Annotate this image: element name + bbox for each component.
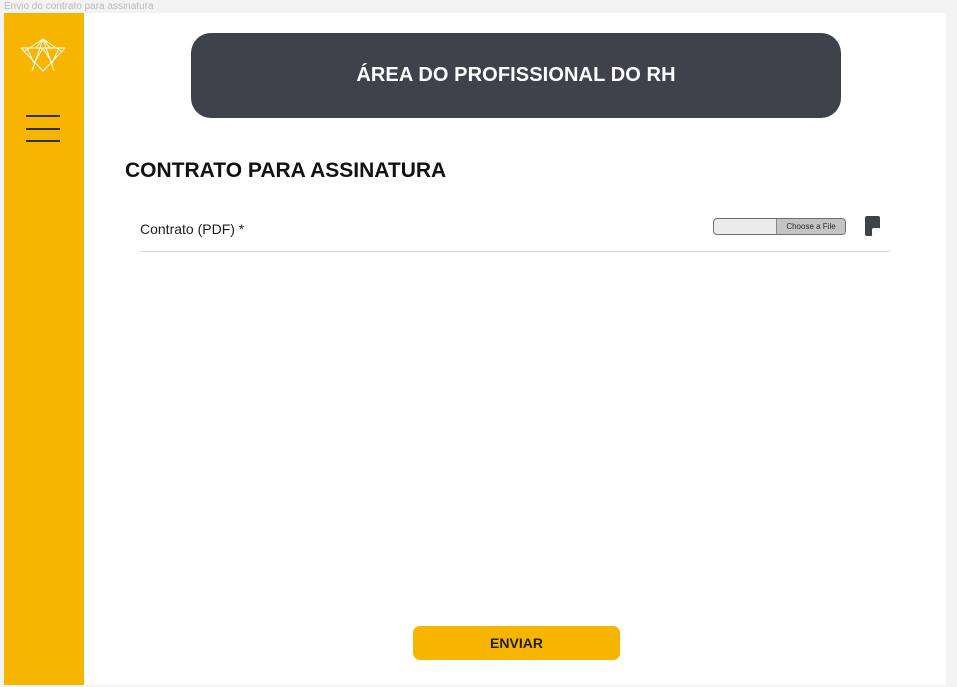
sidebar (4, 13, 84, 685)
file-name-value (714, 219, 776, 234)
send-button[interactable]: ENVIAR (413, 626, 620, 660)
sticky-note-icon[interactable] (865, 216, 880, 236)
header-title: ÁREA DO PROFISSIONAL DO RH (356, 64, 676, 86)
page-header: ÁREA DO PROFISSIONAL DO RH (191, 33, 841, 118)
contract-file-input[interactable]: Choose a File (713, 218, 846, 235)
frame-label: Envio do contrato para assinatura (4, 1, 154, 12)
hamburger-menu-icon[interactable] (26, 115, 60, 143)
logo-icon (20, 38, 66, 72)
page-frame: ÁREA DO PROFISSIONAL DO RH CONTRATO PARA… (4, 13, 946, 685)
section-title: CONTRATO PARA ASSINATURA (125, 159, 447, 182)
choose-file-button[interactable]: Choose a File (776, 219, 845, 234)
contract-label: Contrato (PDF) * (140, 221, 245, 237)
field-divider (140, 251, 890, 252)
